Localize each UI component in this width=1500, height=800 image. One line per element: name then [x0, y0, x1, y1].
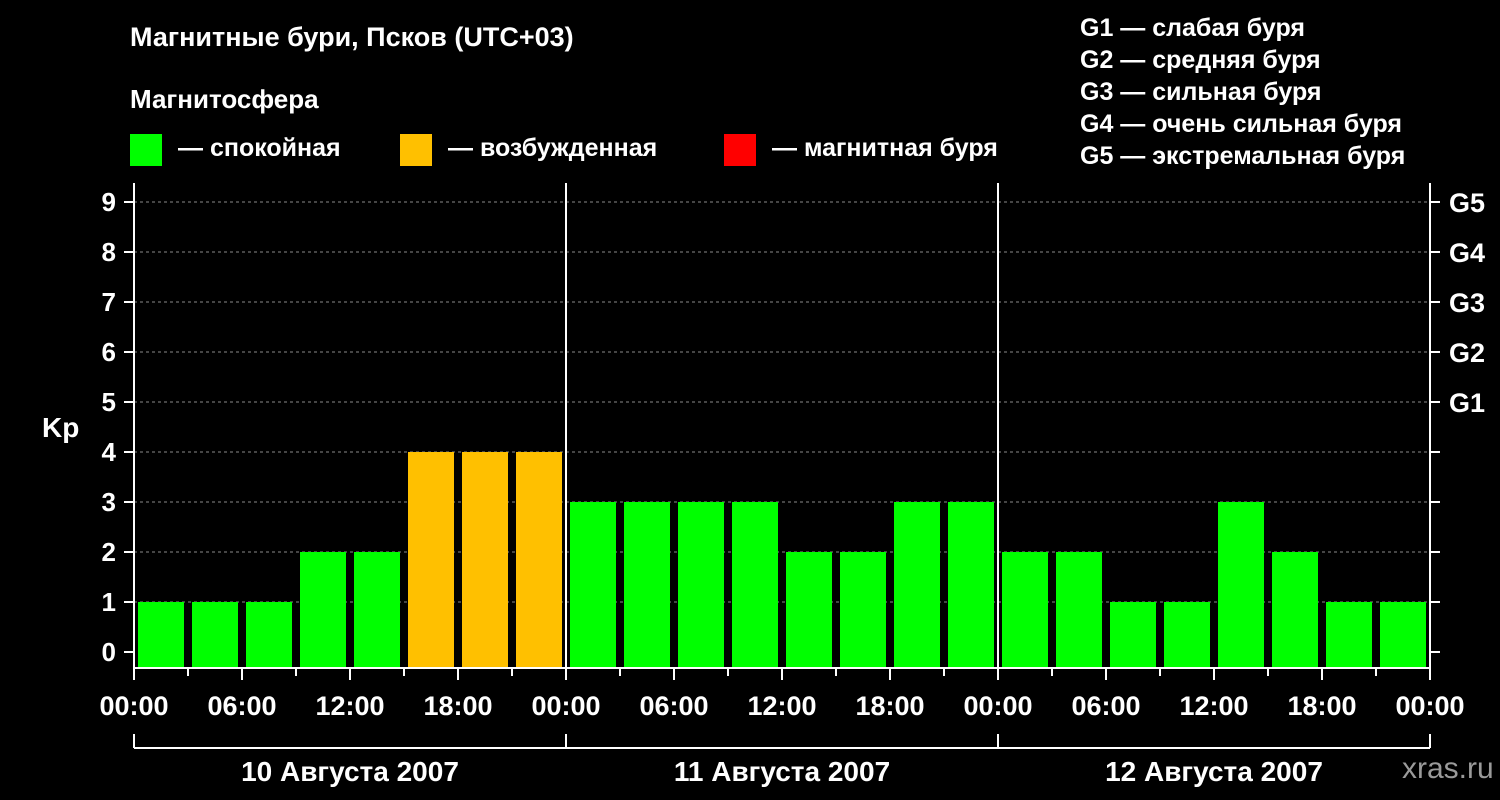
g-tick-label: G4	[1449, 238, 1485, 268]
x-tick-label: 12:00	[315, 691, 384, 721]
x-tick-label: 12:00	[747, 691, 816, 721]
bar	[1218, 502, 1264, 668]
x-tick-label: 00:00	[531, 691, 600, 721]
bar	[1380, 602, 1426, 668]
y-tick-label: 4	[102, 437, 117, 467]
x-tick-label: 00:00	[1395, 691, 1464, 721]
y-tick-label: 2	[102, 537, 116, 567]
bar	[732, 502, 778, 668]
g-tick-label: G2	[1449, 338, 1485, 368]
bar	[840, 552, 886, 668]
bar	[1056, 552, 1102, 668]
bar	[624, 502, 670, 668]
bar	[678, 502, 724, 668]
x-tick-label: 18:00	[423, 691, 492, 721]
bar	[570, 502, 616, 668]
kp-bar-chart: 0 1 2 3 4 5 6 7 8 9 G1 G2 G3 G4 G5 00:00 06:00 12:00 18:00…	[99, 183, 1485, 787]
x-tick-label: 18:00	[855, 691, 924, 721]
x-tick-label: 06:00	[207, 691, 276, 721]
bar	[1110, 602, 1156, 668]
y-tick-label: 6	[102, 337, 116, 367]
bar	[246, 602, 292, 668]
bar	[516, 452, 562, 668]
day-label: 12 Августа 2007	[1105, 756, 1323, 787]
y-tick-label: 7	[102, 287, 116, 317]
g-tick-label: G3	[1449, 288, 1485, 318]
bar	[408, 452, 454, 668]
x-tick-label: 12:00	[1179, 691, 1248, 721]
bar	[354, 552, 400, 668]
bar	[894, 502, 940, 668]
x-tick-label: 06:00	[639, 691, 708, 721]
g-tick-label: G1	[1449, 388, 1485, 418]
bar	[462, 452, 508, 668]
x-tick-label: 00:00	[963, 691, 1032, 721]
day-label: 11 Августа 2007	[674, 756, 890, 787]
x-tick-label: 06:00	[1071, 691, 1140, 721]
x-tick-label: 00:00	[99, 691, 168, 721]
g-tick-label: G5	[1449, 188, 1485, 218]
bar	[138, 602, 184, 668]
bar	[786, 552, 832, 668]
y-tick-label: 1	[102, 587, 116, 617]
day-label: 10 Августа 2007	[241, 756, 459, 787]
y-tick-label: 0	[102, 637, 116, 667]
bar	[192, 602, 238, 668]
bar	[948, 502, 994, 668]
bar	[300, 552, 346, 668]
bar	[1326, 602, 1372, 668]
x-tick-label: 18:00	[1287, 691, 1356, 721]
bar	[1002, 552, 1048, 668]
bar	[1164, 602, 1210, 668]
y-tick-label: 9	[102, 187, 116, 217]
y-tick-label: 5	[102, 387, 116, 417]
y-tick-label: 8	[102, 237, 116, 267]
bar	[1272, 552, 1318, 668]
y-tick-label: 3	[102, 487, 116, 517]
